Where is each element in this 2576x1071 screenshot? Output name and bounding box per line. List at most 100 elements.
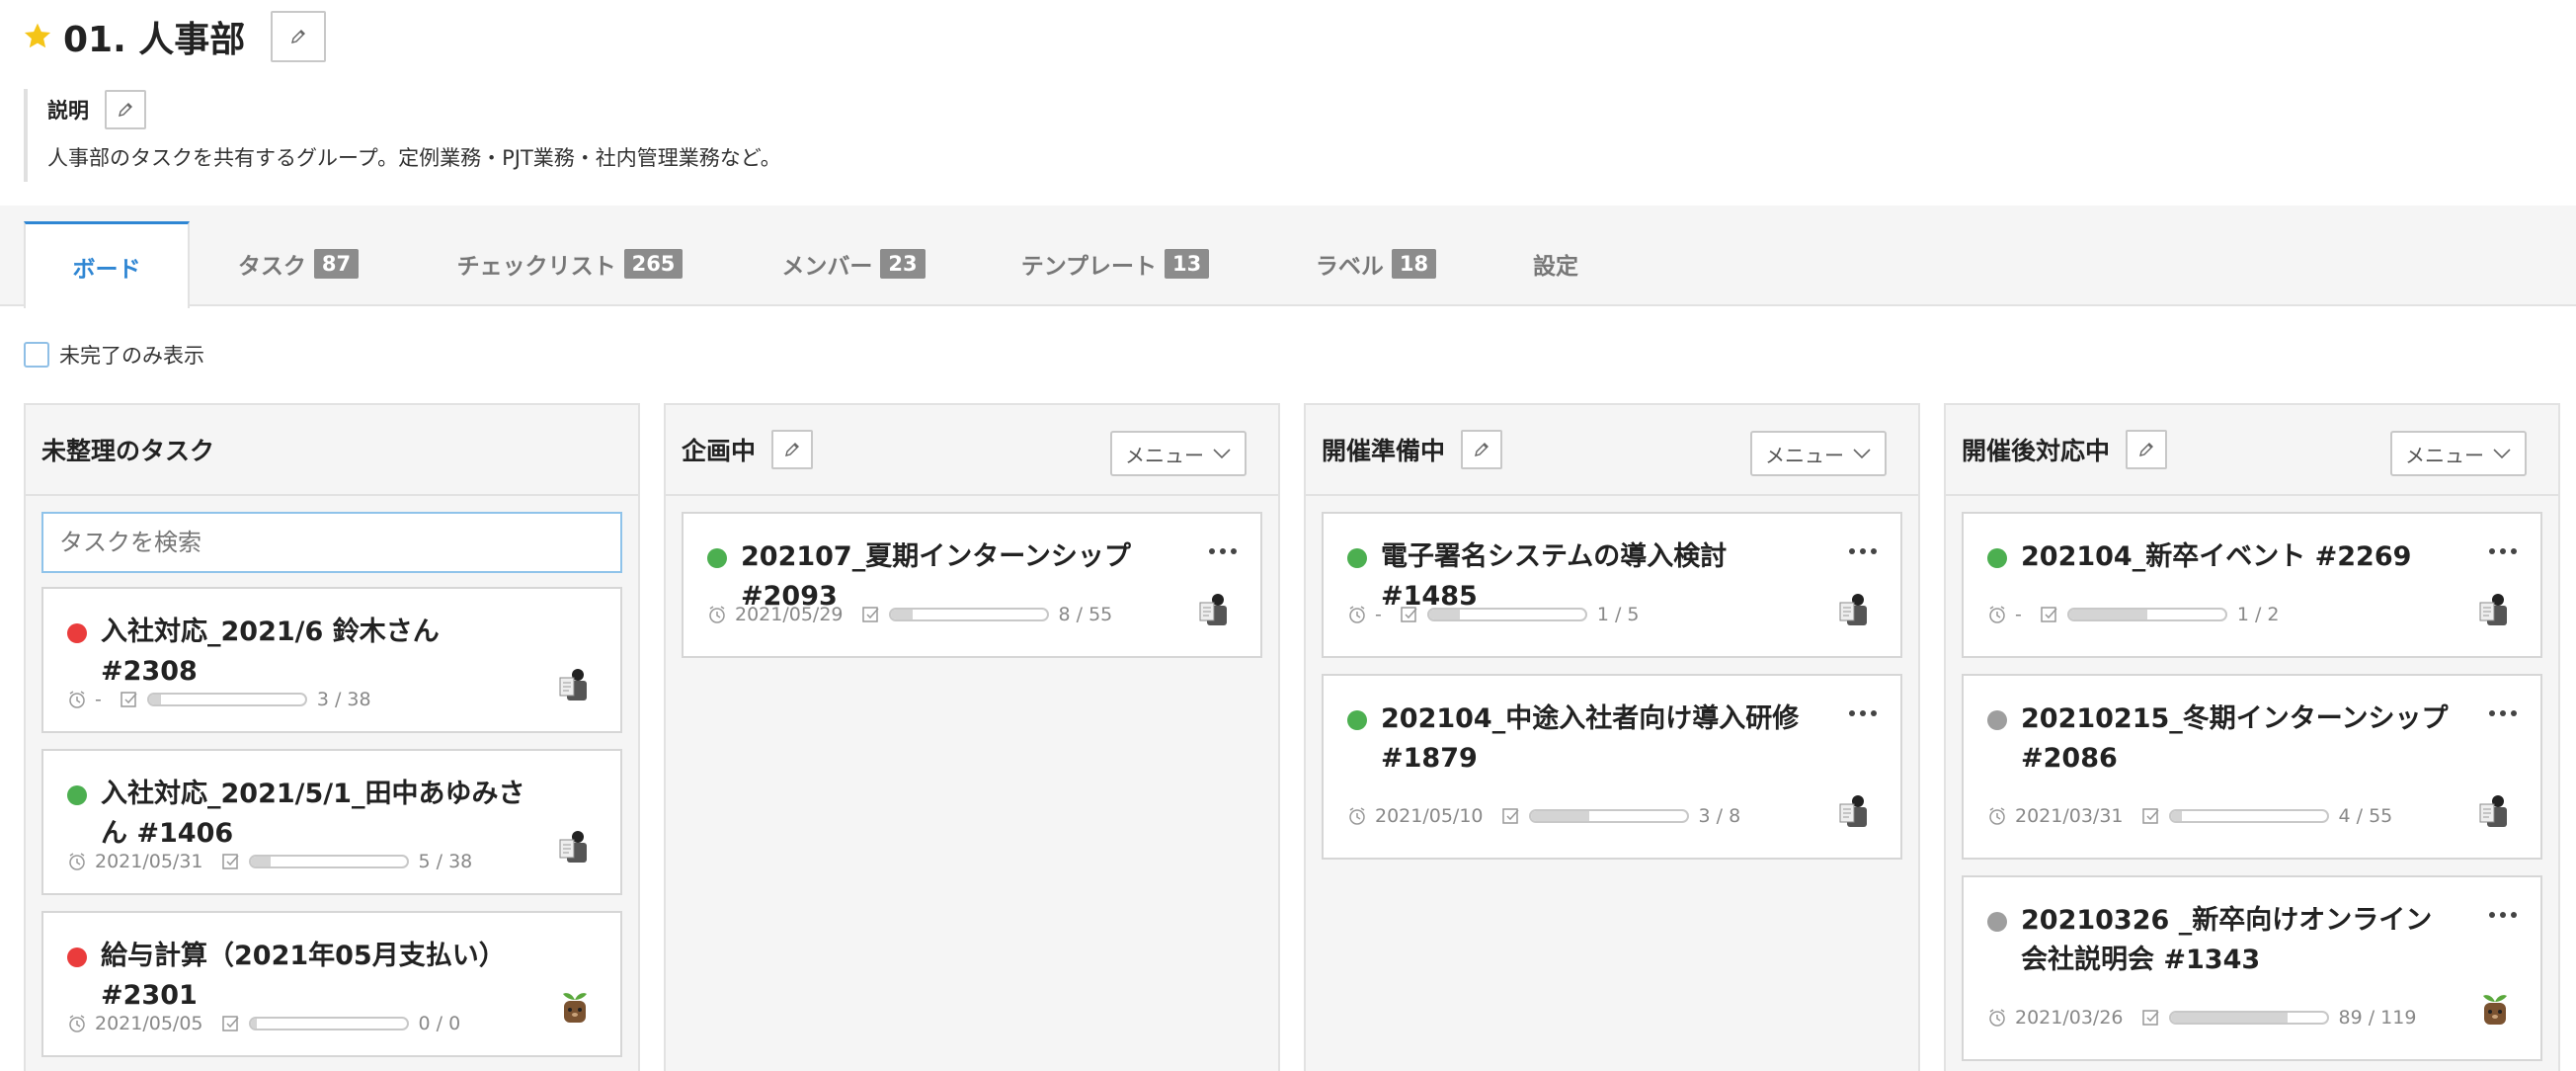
checkbox-icon: [221, 854, 239, 869]
column-menu-button[interactable]: メニュー: [1110, 431, 1247, 476]
tab-tasks[interactable]: タスク 87: [209, 221, 387, 306]
person-avatar-icon[interactable]: [1835, 792, 1875, 832]
checkbox-icon: [1401, 607, 1417, 622]
task-title-text: 入社対応_2021/5/1_田中あゆみさん #1406: [101, 779, 525, 849]
menu-label: メニュー: [2405, 443, 2484, 467]
tab-checklist[interactable]: チェックリスト 265: [441, 221, 699, 306]
chevron-down-icon: [1213, 449, 1231, 459]
task-title[interactable]: 20210215_冬期インターンシップ #2086: [1987, 700, 2452, 779]
task-card[interactable]: 給与計算（2021年05月支払い） #2301 2021/05/05 0 / 0: [41, 911, 622, 1057]
card-more-button[interactable]: [2489, 537, 2517, 565]
progress-bar: [248, 855, 409, 868]
description-label: 説明: [47, 99, 89, 123]
incomplete-only-filter[interactable]: 未完了のみ表示: [24, 340, 204, 370]
progress-count: 5 / 38: [418, 851, 473, 872]
card-more-button[interactable]: [1849, 700, 1877, 727]
progress-fill: [890, 610, 914, 619]
edit-column-button[interactable]: [771, 430, 814, 469]
progress-count: 3 / 38: [316, 689, 371, 710]
menu-label: メニュー: [1125, 443, 1204, 467]
tab-label: ボード: [72, 256, 141, 283]
tab-label: チェックリスト: [456, 254, 616, 280]
status-dot: [1987, 710, 2007, 730]
task-title[interactable]: 202104_中途入社者向け導入研修 #1879: [1347, 700, 1811, 779]
due-date: 2021/05/05: [95, 1013, 203, 1034]
edit-title-button[interactable]: [271, 11, 327, 62]
card-more-button[interactable]: [1849, 537, 1877, 565]
progress-fill: [2170, 811, 2182, 821]
alarm-clock-icon: [1349, 807, 1365, 825]
edit-column-button[interactable]: [2126, 430, 2168, 469]
task-card[interactable]: 202104_新卒イベント #2269 - 1 / 2: [1962, 512, 2542, 658]
progress-bar: [2168, 1011, 2329, 1025]
column-header: 企画中 メニュー: [666, 405, 1278, 496]
task-title-text: 給与計算（2021年05月支払い） #2301: [101, 941, 506, 1011]
task-card[interactable]: 入社対応_2021/6 鈴木さん #2308 - 3 / 38: [41, 587, 622, 733]
person-avatar-icon[interactable]: [555, 666, 595, 705]
person-avatar-icon[interactable]: [2475, 591, 2515, 630]
sprout-avatar-icon[interactable]: [2475, 988, 2515, 1028]
board-column-unsorted: 未整理のタスク 入社対応_2021/6 鈴木さん #2308 - 3 / 38 …: [24, 403, 640, 1071]
sprout-avatar-icon[interactable]: [555, 986, 595, 1026]
task-search-input[interactable]: [41, 512, 622, 573]
task-title[interactable]: 202104_新卒イベント #2269: [1987, 537, 2452, 577]
tab-members[interactable]: メンバー 23: [766, 221, 940, 306]
task-title-text: 入社対応_2021/6 鈴木さん #2308: [101, 617, 440, 687]
task-card[interactable]: 202107_夏期インターンシップ #2093 2021/05/29 8 / 5…: [682, 512, 1262, 658]
task-meta: 2021/05/05 0 / 0: [67, 1010, 460, 1037]
card-more-button[interactable]: [1209, 537, 1237, 565]
description-block: 説明 人事部のタスクを共有するグループ。定例業務・PJT業務・社内管理業務など。: [24, 89, 781, 182]
tab-templates[interactable]: テンプレート 13: [1013, 221, 1217, 306]
board-column-planning: 企画中 メニュー 202107_夏期インターンシップ #2093 2021/05…: [664, 403, 1280, 1071]
person-avatar-icon[interactable]: [1195, 591, 1235, 630]
column-header: 未整理のタスク: [26, 405, 638, 496]
card-more-button[interactable]: [2489, 901, 2517, 929]
task-card[interactable]: 202104_中途入社者向け導入研修 #1879 2021/05/10 3 / …: [1322, 674, 1902, 860]
task-card[interactable]: 入社対応_2021/5/1_田中あゆみさん #1406 2021/05/31 5…: [41, 749, 622, 895]
pencil-icon: [1475, 443, 1489, 456]
alarm-clock-icon: [1989, 606, 2005, 623]
chevron-down-icon: [2493, 449, 2511, 459]
column-menu-button[interactable]: メニュー: [2390, 431, 2527, 476]
alarm-clock-icon: [69, 691, 85, 708]
edit-column-button[interactable]: [1461, 430, 1503, 469]
person-avatar-icon[interactable]: [2475, 792, 2515, 832]
column-menu-button[interactable]: メニュー: [1750, 431, 1887, 476]
incomplete-only-checkbox[interactable]: [24, 342, 49, 368]
tab-settings[interactable]: 設定: [1515, 221, 1596, 306]
due-date: 2021/05/10: [1375, 805, 1484, 827]
tab-bar: ボード タスク 87 チェックリスト 265 メンバー 23 テンプレート 13…: [0, 206, 2576, 308]
star-icon[interactable]: [22, 21, 53, 52]
task-card[interactable]: 20210326 _新卒向けオンライン会社説明会 #1343 2021/03/2…: [1962, 875, 2542, 1061]
status-dot: [1347, 710, 1367, 730]
edit-description-button[interactable]: [105, 90, 146, 129]
status-dot: [1347, 548, 1367, 568]
card-more-button[interactable]: [2489, 700, 2517, 727]
column-title: 未整理のタスク: [41, 437, 215, 465]
due-date: 2021/05/29: [735, 604, 844, 625]
task-title[interactable]: 入社対応_2021/5/1_田中あゆみさん #1406: [67, 775, 531, 854]
column-title: 開催準備中: [1322, 437, 1446, 465]
filter-label: 未完了のみ表示: [59, 344, 204, 368]
pencil-icon: [119, 103, 132, 117]
alarm-clock-icon: [69, 1015, 85, 1032]
progress-count: 3 / 8: [1698, 805, 1741, 827]
tab-label: タスク: [237, 254, 306, 280]
menu-label: メニュー: [1765, 443, 1844, 467]
pencil-icon: [291, 30, 306, 43]
tab-board[interactable]: ボード: [24, 221, 190, 308]
person-avatar-icon[interactable]: [1835, 591, 1875, 630]
task-meta: - 1 / 5: [1347, 601, 1640, 628]
task-card[interactable]: 電子署名システムの導入検討 #1485 - 1 / 5: [1322, 512, 1902, 658]
person-avatar-icon[interactable]: [555, 828, 595, 867]
task-meta: 2021/03/26 89 / 119: [1987, 1004, 2416, 1031]
tab-labels[interactable]: ラベル 18: [1302, 221, 1450, 306]
task-title[interactable]: 入社対応_2021/6 鈴木さん #2308: [67, 613, 531, 692]
task-title[interactable]: 20210326 _新卒向けオンライン会社説明会 #1343: [1987, 901, 2452, 980]
task-card[interactable]: 20210215_冬期インターンシップ #2086 2021/03/31 4 /…: [1962, 674, 2542, 860]
description-text: 人事部のタスクを共有するグループ。定例業務・PJT業務・社内管理業務など。: [47, 146, 781, 170]
task-title[interactable]: 給与計算（2021年05月支払い） #2301: [67, 937, 531, 1016]
column-title: 企画中: [682, 437, 757, 465]
progress-fill: [2170, 1013, 2288, 1023]
page-header: 01. 人事部: [22, 11, 327, 62]
